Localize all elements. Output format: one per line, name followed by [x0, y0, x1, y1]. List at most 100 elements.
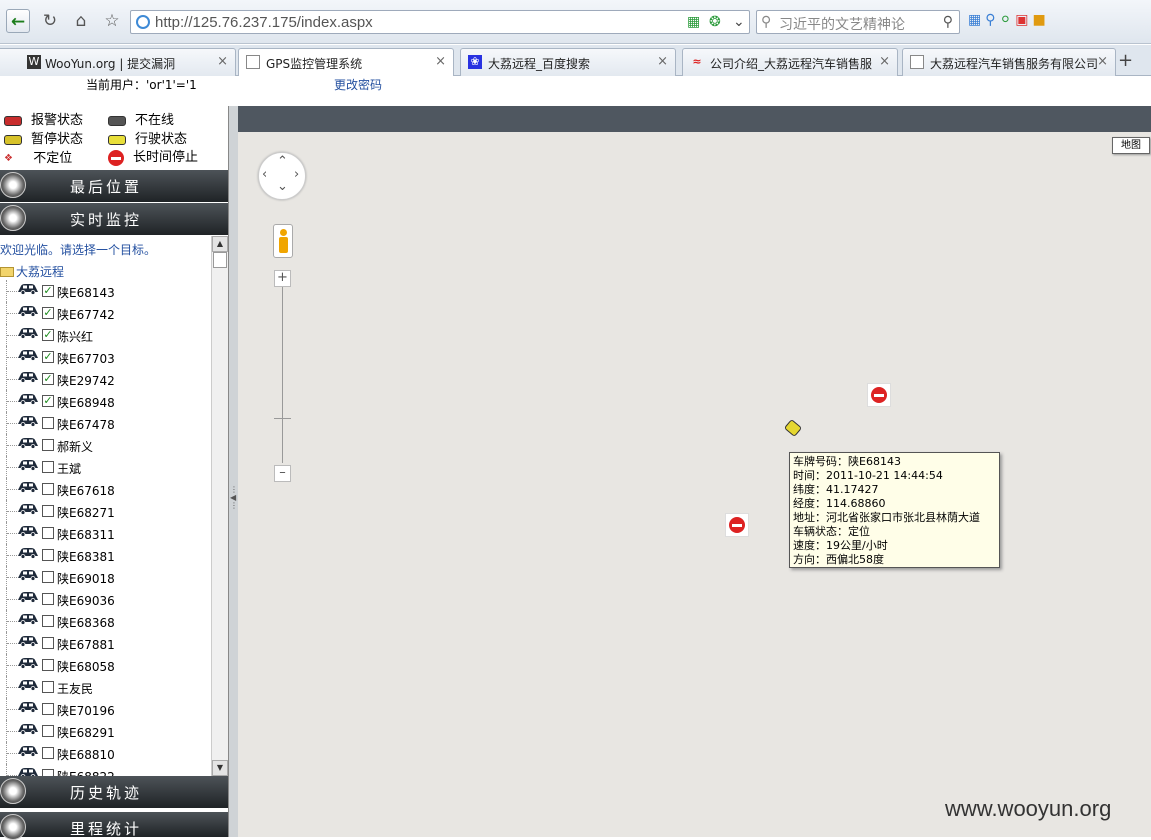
vehicle-checkbox[interactable]	[42, 593, 54, 605]
pan-right-icon[interactable]: ›	[294, 167, 299, 182]
vehicle-row[interactable]: 陕E68291	[0, 720, 210, 742]
vehicle-row[interactable]: 陕E67478	[0, 412, 210, 434]
vehicle-row[interactable]: 陕E68271	[0, 500, 210, 522]
zoom-icon[interactable]: ⚲	[985, 12, 999, 28]
close-icon[interactable]: ×	[435, 54, 446, 69]
tab-company[interactable]: 大荔远程汽车销售服务有限公司 ×	[902, 48, 1116, 76]
pan-left-icon[interactable]: ‹	[262, 167, 267, 182]
vehicle-row[interactable]: ✓ 陕E29742	[0, 368, 210, 390]
zoom-in-button[interactable]: +	[274, 270, 291, 287]
vehicle-row[interactable]: 陕E68311	[0, 522, 210, 544]
back-icon[interactable]: ←	[6, 9, 30, 33]
vehicle-checkbox[interactable]	[42, 637, 54, 649]
close-icon[interactable]: ×	[879, 54, 890, 69]
adblock-icon[interactable]: ▣	[1015, 12, 1032, 28]
vehicle-row[interactable]: 郝新义	[0, 434, 210, 456]
vehicle-row[interactable]: 陕E68822	[0, 764, 210, 776]
close-icon[interactable]: ×	[657, 54, 668, 69]
close-icon[interactable]: ×	[1097, 54, 1108, 69]
vehicle-checkbox[interactable]	[42, 659, 54, 671]
qr-icon[interactable]: ▦	[687, 14, 700, 30]
vehicle-row[interactable]: 陕E69018	[0, 566, 210, 588]
stop-marker-icon[interactable]	[725, 513, 749, 537]
vehicle-row[interactable]: 陕E67618	[0, 478, 210, 500]
vehicle-checkbox[interactable]	[42, 461, 54, 473]
scroll-thumb[interactable]	[213, 252, 227, 268]
vehicle-checkbox[interactable]	[42, 681, 54, 693]
pan-down-icon[interactable]: ⌄	[277, 179, 288, 194]
vehicle-checkbox[interactable]	[42, 703, 54, 715]
vehicle-checkbox[interactable]	[42, 615, 54, 627]
scroll-down-icon[interactable]: ▼	[212, 760, 228, 776]
vehicle-row[interactable]: 王斌	[0, 456, 210, 478]
vehicle-checkbox[interactable]	[42, 747, 54, 759]
vehicle-checkbox[interactable]: ✓	[42, 395, 54, 407]
vehicle-row[interactable]: 陕E68058	[0, 654, 210, 676]
vehicle-checkbox[interactable]: ✓	[42, 285, 54, 297]
tree-scrollbar[interactable]: ▲ ▼	[211, 236, 228, 776]
vehicle-checkbox[interactable]	[42, 505, 54, 517]
vehicle-row[interactable]: 陕E69036	[0, 588, 210, 610]
tab-gps[interactable]: GPS监控管理系统 ×	[238, 48, 454, 77]
tab-wooyun[interactable]: W WooYun.org | 提交漏洞 ×	[0, 48, 236, 76]
scroll-up-icon[interactable]: ▲	[212, 236, 228, 252]
zoom-track[interactable]	[282, 287, 283, 463]
refresh-icon[interactable]: ↻	[38, 9, 62, 33]
favorite-star-icon[interactable]: ☆	[100, 9, 124, 33]
vehicle-row[interactable]: ✓ 陕E67742	[0, 302, 210, 324]
tab-company-intro[interactable]: ≈ 公司介绍_大荔远程汽车销售服 ×	[682, 48, 898, 76]
vehicle-checkbox[interactable]	[42, 769, 54, 776]
vehicle-checkbox[interactable]	[42, 527, 54, 539]
vehicle-checkbox[interactable]	[42, 483, 54, 495]
vehicle-checkbox[interactable]	[42, 417, 54, 429]
tree-root[interactable]: 大荔远程	[0, 263, 64, 280]
vehicle-row[interactable]: 陕E68368	[0, 610, 210, 632]
map-type-button[interactable]: 地图	[1112, 137, 1150, 154]
vehicle-row[interactable]: ✓ 陕E68143	[0, 280, 210, 302]
pan-up-icon[interactable]: ⌃	[277, 154, 288, 169]
new-tab-icon[interactable]: +	[1118, 50, 1133, 71]
close-icon[interactable]: ×	[217, 54, 228, 69]
apps-icon[interactable]: ▦	[968, 12, 985, 28]
vehicle-row[interactable]: ✓ 陕E68948	[0, 390, 210, 412]
shield-icon[interactable]: ⚪	[1000, 12, 1016, 28]
change-password-link[interactable]: 更改密码	[334, 76, 382, 93]
panel-mileage-stats[interactable]: 里程统计	[0, 812, 228, 840]
vehicle-row[interactable]: 陕E68810	[0, 742, 210, 764]
vehicle-checkbox[interactable]	[42, 439, 54, 451]
collapse-arrow-icon[interactable]: ⋮ ◀ ⋮	[230, 486, 238, 526]
vehicle-checkbox[interactable]: ✓	[42, 373, 54, 385]
vehicle-row[interactable]: 陕E70196	[0, 698, 210, 720]
vehicle-checkbox[interactable]	[42, 725, 54, 737]
vehicle-row[interactable]: 王友民	[0, 676, 210, 698]
panel-realtime-monitor[interactable]: 实时监控	[0, 203, 228, 235]
stop-marker-icon[interactable]	[867, 383, 891, 407]
zoom-slider-handle[interactable]	[274, 418, 291, 428]
vehicle-row[interactable]: 陕E68381	[0, 544, 210, 566]
panel-last-position[interactable]: 最后位置	[0, 170, 228, 202]
vehicle-checkbox[interactable]: ✓	[42, 351, 54, 363]
vehicle-row[interactable]: ✓ 陈兴红	[0, 324, 210, 346]
pan-control[interactable]: ⌃ ‹ › ⌄	[258, 152, 306, 200]
address-bar[interactable]: http://125.76.237.175/index.aspx ▦ ❂ ⌄	[130, 10, 750, 34]
search-icon[interactable]: ⚲	[943, 14, 953, 30]
address-url[interactable]: http://125.76.237.175/index.aspx	[155, 14, 373, 31]
vehicle-checkbox[interactable]: ✓	[42, 329, 54, 341]
vehicle-checkbox[interactable]	[42, 549, 54, 561]
zoom-out-button[interactable]: –	[274, 465, 291, 482]
compat-icon[interactable]: ❂	[709, 14, 721, 30]
panel-splitter[interactable]: ⋮ ◀ ⋮	[229, 106, 238, 837]
vehicle-checkbox[interactable]	[42, 571, 54, 583]
search-text[interactable]: 习近平的文艺精神论	[779, 14, 905, 34]
tab-baidu[interactable]: ❀ 大荔远程_百度搜索 ×	[460, 48, 676, 76]
extension-icon[interactable]: ■	[1032, 12, 1049, 28]
vehicle-row[interactable]: 陕E67881	[0, 632, 210, 654]
vehicle-row[interactable]: ✓ 陕E67703	[0, 346, 210, 368]
vehicle-marker-icon[interactable]	[783, 418, 803, 438]
panel-history-track[interactable]: 历史轨迹	[0, 776, 228, 808]
street-view-pegman-icon[interactable]	[273, 224, 293, 258]
search-box[interactable]: ⚲ 习近平的文艺精神论 ⚲	[756, 10, 960, 34]
home-icon[interactable]: ⌂	[69, 9, 93, 33]
map-area[interactable]: 地图 ⌃ ‹ › ⌄ + – 车牌号码：陕E68143 时间：2011-10-2…	[238, 132, 1151, 837]
vehicle-checkbox[interactable]: ✓	[42, 307, 54, 319]
